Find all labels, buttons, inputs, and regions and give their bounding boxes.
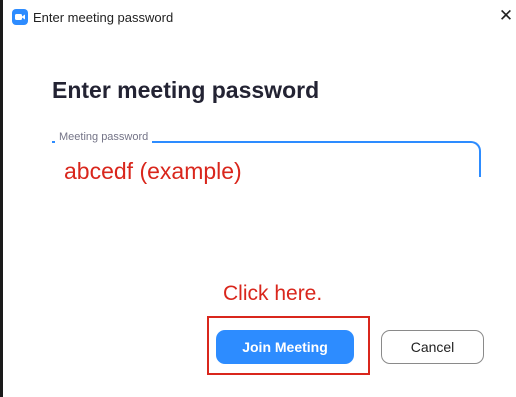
click-here-annotation: Click here.	[223, 282, 323, 305]
dialog-heading: Enter meeting password	[52, 77, 320, 103]
close-icon[interactable]: ✕	[496, 6, 516, 26]
zoom-camera-icon	[12, 9, 28, 25]
password-field-value[interactable]: abcedf (example)	[64, 158, 242, 185]
cancel-button[interactable]: Cancel	[381, 330, 484, 364]
window-left-border	[0, 0, 3, 397]
password-field-label: Meeting password	[55, 131, 153, 143]
title-bar: Enter meeting password ✕	[3, 0, 516, 28]
window-title: Enter meeting password	[33, 10, 174, 25]
join-meeting-button[interactable]: Join Meeting	[216, 330, 354, 364]
password-dialog-window: Enter meeting password ✕ Enter meeting p…	[0, 0, 516, 397]
